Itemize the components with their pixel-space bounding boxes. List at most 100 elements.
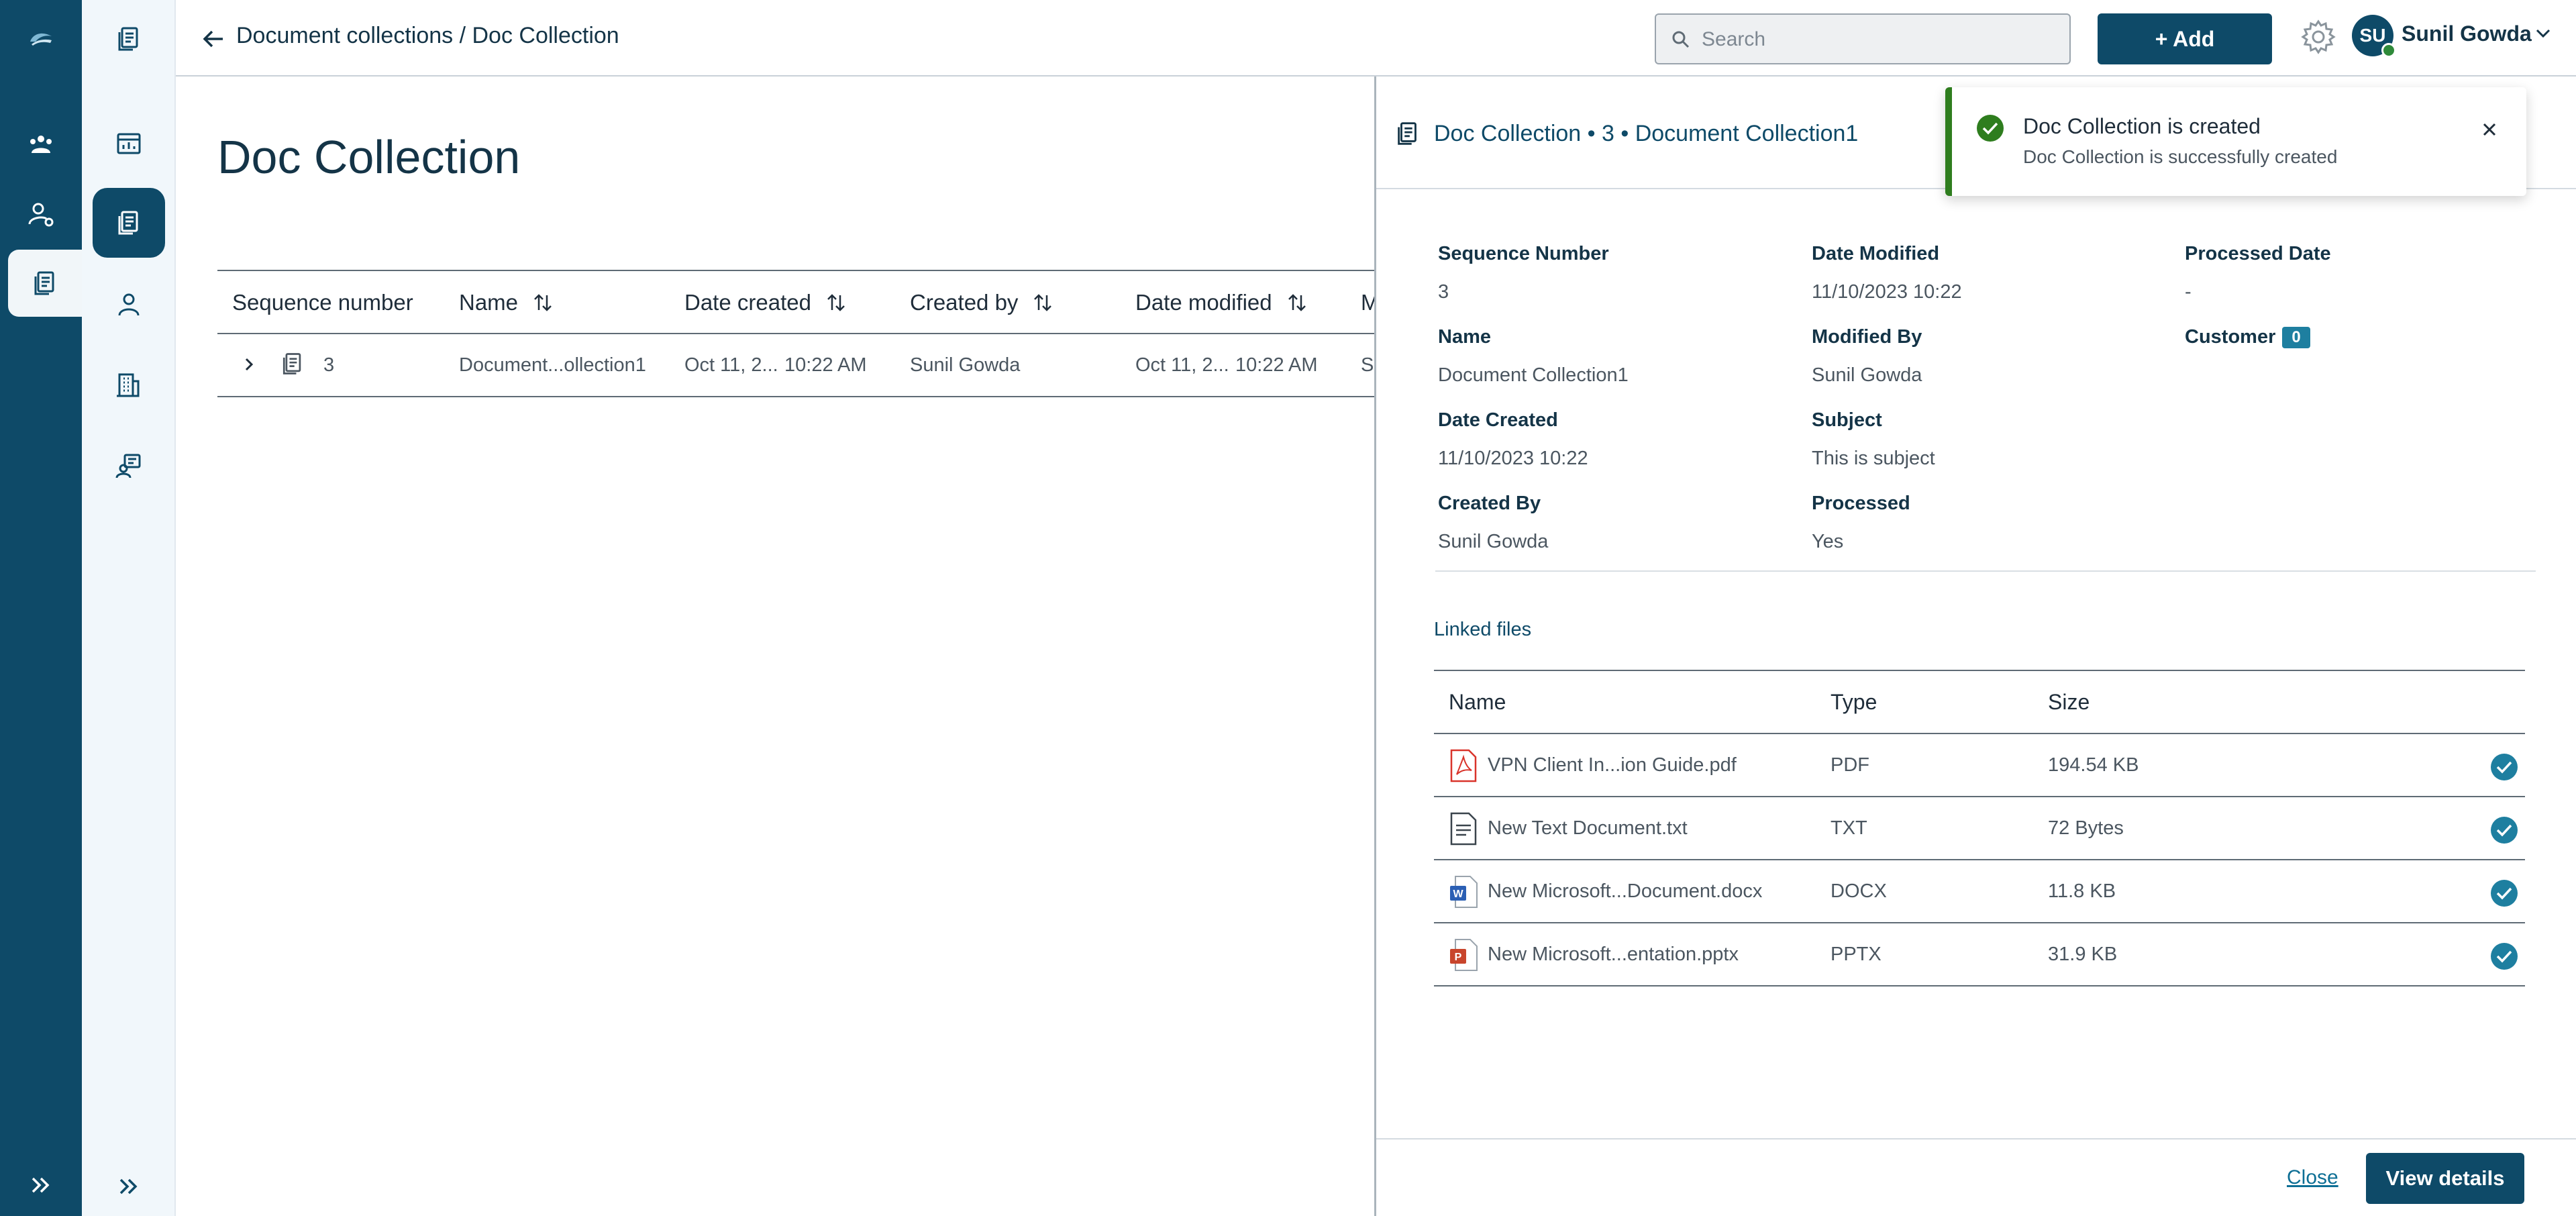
column-name[interactable]: Name xyxy=(1449,690,1506,715)
group-icon xyxy=(30,136,52,153)
sort-icon[interactable] xyxy=(1031,291,1054,314)
close-link[interactable]: Close xyxy=(2287,1166,2338,1189)
check-circle-icon[interactable] xyxy=(2489,942,2519,971)
documents-icon xyxy=(34,271,54,295)
close-icon[interactable] xyxy=(2478,118,2501,141)
sort-icon[interactable] xyxy=(825,291,847,314)
field-value: 11/10/2023 10:22 xyxy=(1812,281,1962,303)
file-name[interactable]: New Microsoft...entation.pptx xyxy=(1488,944,1739,966)
online-status-dot xyxy=(2381,43,2396,58)
table-row[interactable]: 3 Document...ollection1 Oct 11, 2... 10:… xyxy=(217,334,1384,397)
field-label: Created By xyxy=(1438,493,1541,514)
column-created-by[interactable]: Created by xyxy=(910,290,1054,315)
column-label: Date modified xyxy=(1135,290,1272,315)
table-row[interactable]: W New Microsoft...Document.docx DOCX 11.… xyxy=(1434,860,2525,923)
table-row[interactable]: New Text Document.txt TXT 72 Bytes xyxy=(1434,797,2525,860)
field-name: Name Document Collection1 xyxy=(1438,326,1629,387)
field-label: Name xyxy=(1438,326,1491,348)
back-arrow-icon[interactable] xyxy=(200,26,227,52)
file-name[interactable]: New Microsoft...Document.docx xyxy=(1488,880,1762,903)
check-circle-icon[interactable] xyxy=(2489,752,2519,782)
column-name[interactable]: Name xyxy=(459,290,554,315)
field-value: Sunil Gowda xyxy=(1812,364,1922,386)
dashboard-icon xyxy=(117,133,141,154)
cell-date-created-time: 10:22 AM xyxy=(784,354,867,376)
column-label: Sequence number xyxy=(232,290,413,315)
column-sequence-number[interactable]: Sequence number xyxy=(232,290,413,315)
file-name[interactable]: VPN Client In...ion Guide.pdf xyxy=(1488,754,1737,776)
add-button[interactable]: + Add xyxy=(2098,13,2272,64)
field-value: 3 xyxy=(1438,281,1449,303)
success-toast: Doc Collection is created Doc Collection… xyxy=(1945,87,2526,196)
double-chevron-right-icon xyxy=(119,1178,138,1195)
app-logo[interactable] xyxy=(0,5,82,72)
sort-icon[interactable] xyxy=(531,291,554,314)
cell-date-modified-date: Oct 11, 2... xyxy=(1135,354,1229,376)
sidebar-item-organizations[interactable] xyxy=(93,350,165,420)
section-divider xyxy=(1435,570,2536,572)
gear-icon[interactable] xyxy=(2299,17,2338,56)
file-type: PDF xyxy=(1831,754,1869,776)
rail-expand-button[interactable] xyxy=(0,1152,82,1216)
breadcrumb[interactable]: Document collections / Doc Collection xyxy=(236,23,619,49)
field-value: Document Collection1 xyxy=(1438,364,1629,386)
logo-icon xyxy=(30,33,52,46)
drawer-footer: Close View details xyxy=(1376,1138,2576,1216)
linked-files-title: Linked files xyxy=(1434,619,1532,640)
sidebar-item-doc-collections[interactable] xyxy=(93,188,165,258)
rail-item-workflows[interactable] xyxy=(0,111,82,179)
person-icon xyxy=(118,293,140,316)
toast-message: Doc Collection is successfully created xyxy=(2023,146,2338,167)
sidebar-item-customers[interactable] xyxy=(93,270,165,340)
field-value: This is subject xyxy=(1812,448,1935,469)
chevron-down-icon[interactable] xyxy=(2534,24,2553,43)
sidebar-expand-button[interactable] xyxy=(93,1152,165,1216)
column-size[interactable]: Size xyxy=(2048,690,2090,715)
app-rail xyxy=(0,0,82,1216)
sidebar-item-contacts[interactable] xyxy=(93,431,165,501)
sidebar-item-dashboard[interactable] xyxy=(93,109,165,179)
field-value: Yes xyxy=(1812,531,1844,552)
column-date-modified[interactable]: Date modified xyxy=(1135,290,1308,315)
toast-title: Doc Collection is created xyxy=(2023,114,2261,138)
cell-date-created-date: Oct 11, 2... xyxy=(684,354,778,376)
top-bar: Document collections / Doc Collection + … xyxy=(176,0,2576,77)
chevron-right-icon[interactable] xyxy=(240,356,258,373)
file-size: 72 Bytes xyxy=(2048,817,2124,839)
powerpoint-file-icon: P xyxy=(1450,939,1478,971)
rail-item-users[interactable] xyxy=(0,181,82,248)
file-size: 11.8 KB xyxy=(2048,880,2116,902)
file-type: PPTX xyxy=(1831,944,1882,965)
search-box[interactable] xyxy=(1655,13,2071,64)
field-label: Sequence Number xyxy=(1438,243,1609,264)
file-name[interactable]: New Text Document.txt xyxy=(1488,817,1688,840)
column-label: Created by xyxy=(910,290,1019,315)
cell-created-by: Sunil Gowda xyxy=(910,354,1021,376)
user-settings-icon xyxy=(28,203,54,227)
field-label: Modified By xyxy=(1812,326,1922,348)
column-date-created[interactable]: Date created xyxy=(684,290,847,315)
column-label: Date created xyxy=(684,290,811,315)
field-label: Processed xyxy=(1812,493,1910,514)
field-processed: Processed Yes xyxy=(1812,493,1910,553)
table-row[interactable]: VPN Client In...ion Guide.pdf PDF 194.54… xyxy=(1434,734,2525,797)
sort-icon[interactable] xyxy=(1286,291,1308,314)
pdf-file-icon xyxy=(1450,749,1477,782)
field-label: Date Created xyxy=(1438,409,1558,431)
count-badge[interactable]: 0 xyxy=(2282,327,2310,349)
contact-card-icon xyxy=(115,454,141,478)
field-date-modified: Date Modified 11/10/2023 10:22 xyxy=(1812,243,1962,303)
view-details-button[interactable]: View details xyxy=(2366,1153,2524,1204)
check-circle-icon[interactable] xyxy=(2489,878,2519,908)
column-type[interactable]: Type xyxy=(1831,690,1877,715)
search-input[interactable] xyxy=(1702,24,2057,55)
field-value: Sunil Gowda xyxy=(1438,531,1549,552)
table-row[interactable]: P New Microsoft...entation.pptx PPTX 31.… xyxy=(1434,923,2525,986)
sidebar-item-module[interactable] xyxy=(93,4,165,74)
field-label: Processed Date xyxy=(2185,243,2331,264)
rail-item-documents[interactable] xyxy=(8,250,82,317)
user-name[interactable]: Sunil Gowda xyxy=(2402,21,2532,46)
linked-files-table: Name Type Size VPN Client In...ion Guide… xyxy=(1434,670,2525,986)
check-circle-icon[interactable] xyxy=(2489,815,2519,845)
cell-name[interactable]: Document...ollection1 xyxy=(459,354,646,376)
